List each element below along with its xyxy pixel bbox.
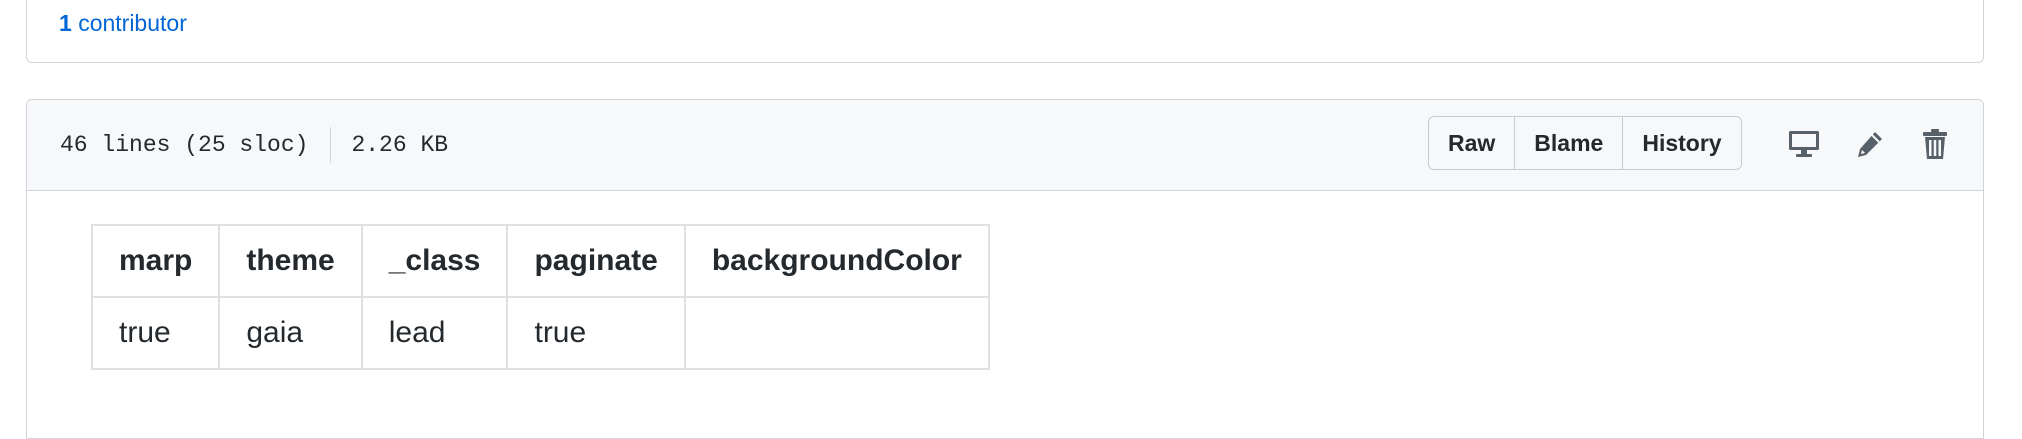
contributors-link[interactable]: 1 contributor: [59, 10, 187, 37]
value-cell-paginate: true: [506, 296, 686, 370]
header-cell-paginate: paginate: [506, 224, 686, 298]
value-cell-theme: gaia: [218, 296, 363, 370]
contributors-box: 1 contributor: [26, 0, 1984, 63]
contributor-label: contributor: [78, 10, 187, 36]
value-cell-marp: true: [90, 296, 221, 370]
file-lines: 46 lines (25 sloc): [60, 132, 309, 158]
value-cell-class: lead: [360, 296, 509, 370]
header-cell-class: _class: [360, 224, 509, 298]
trash-icon[interactable]: [1915, 124, 1955, 164]
header-cell-marp: marp: [90, 224, 221, 298]
table-row: true gaia lead true: [90, 296, 990, 370]
header-cell-backgroundcolor: backgroundColor: [683, 224, 990, 298]
file-info-divider: [330, 127, 332, 163]
value-cell-backgroundcolor: [683, 296, 990, 370]
file-info: 46 lines (25 sloc) 2.26 KB: [60, 127, 448, 163]
desktop-icon[interactable]: [1784, 124, 1824, 164]
contributor-count: 1: [59, 10, 72, 36]
history-button[interactable]: History: [1623, 116, 1742, 170]
file-size: 2.26 KB: [351, 132, 449, 158]
pencil-icon[interactable]: [1850, 124, 1890, 164]
table-header-row: marp theme _class paginate backgroundCol…: [90, 224, 990, 298]
file-box: 46 lines (25 sloc) 2.26 KB Raw Blame His…: [26, 99, 1984, 439]
header-cell-theme: theme: [218, 224, 363, 298]
file-body: marp theme _class paginate backgroundCol…: [27, 191, 1983, 370]
raw-button[interactable]: Raw: [1428, 116, 1516, 170]
front-matter-table: marp theme _class paginate backgroundCol…: [90, 224, 990, 370]
blame-button[interactable]: Blame: [1515, 116, 1624, 170]
file-header: 46 lines (25 sloc) 2.26 KB Raw Blame His…: [27, 100, 1983, 191]
file-actions-group: Raw Blame History: [1428, 116, 1742, 170]
